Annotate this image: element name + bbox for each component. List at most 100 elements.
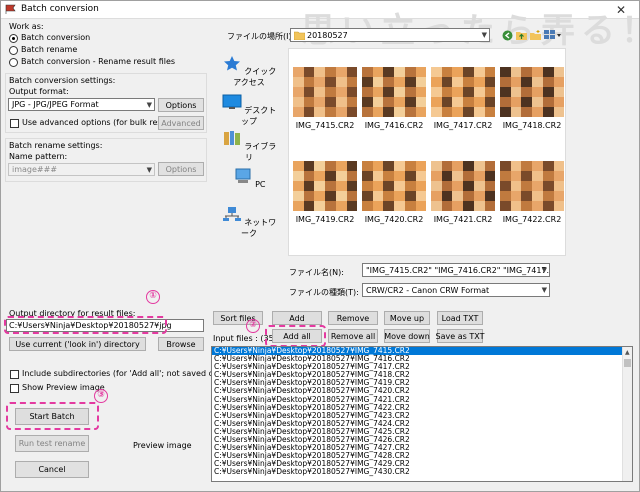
view-menu-icon[interactable] [544, 30, 562, 41]
scroll-up-icon[interactable]: ▲ [625, 349, 630, 356]
file-thumbnail[interactable]: IMG_7419.CR2 [293, 161, 357, 224]
move-down-button[interactable]: Move down [384, 329, 430, 343]
output-format-select[interactable]: JPG - JPG/JPEG Format ▼ [8, 98, 155, 111]
chevron-down-icon: ▼ [541, 266, 547, 274]
remove-button[interactable]: Remove [328, 311, 378, 325]
radio-label: Batch conversion - Rename result files [21, 57, 176, 66]
thumbnail-image [431, 67, 495, 117]
file-name: IMG_7416.CR2 [364, 121, 424, 130]
output-format-label: Output format: [9, 87, 69, 96]
filename-label: ファイル名(N): [289, 268, 344, 277]
radio-label: Batch conversion [21, 33, 91, 42]
run-test-rename-button[interactable]: Run test rename [15, 435, 89, 452]
location-label: ファイルの場所(I): [227, 32, 295, 41]
thumbnail-image [431, 161, 495, 211]
include-subdirs-checkbox[interactable] [10, 370, 19, 379]
back-icon[interactable] [502, 30, 513, 41]
file-thumbnail[interactable]: IMG_7415.CR2 [293, 67, 357, 130]
nav-network[interactable]: ネットワーク [219, 206, 279, 239]
name-pattern-label: Name pattern: [9, 152, 68, 161]
thumbnail-image [362, 67, 426, 117]
save-as-txt-button[interactable]: Save as TXT [436, 329, 484, 343]
preview-image-label: Preview image [133, 441, 192, 450]
radio-batch-rename[interactable] [9, 46, 18, 55]
filename-input[interactable]: "IMG_7415.CR2" "IMG_7416.CR2" "IMG_7417.… [362, 263, 550, 277]
nav-label: ネットワーク [241, 218, 277, 238]
filetype-select[interactable]: CRW/CR2 - Canon CRW Format ▼ [362, 283, 550, 297]
folder-icon [294, 31, 305, 40]
radio-batch-conversion[interactable] [9, 34, 18, 43]
nav-desktop[interactable]: デスクトップ [219, 94, 279, 127]
file-thumbnail[interactable]: IMG_7420.CR2 [362, 161, 426, 224]
load-txt-button[interactable]: Load TXT [437, 311, 483, 325]
batch-conversion-window: Batch conversion ✕ 思い立ったら弄る！ Work as: Ba… [0, 0, 640, 492]
file-thumbnail[interactable]: IMG_7417.CR2 [431, 67, 495, 130]
location-select[interactable]: 20180527 ▼ [290, 28, 490, 42]
thumbnail-image [500, 67, 564, 117]
scroll-thumb[interactable] [624, 359, 631, 367]
list-item[interactable]: C:¥Users¥Ninja¥Desktop¥20180527¥IMG_7430… [212, 468, 632, 476]
window-title: Batch conversion [21, 4, 99, 14]
file-thumbnail[interactable]: IMG_7416.CR2 [362, 67, 426, 130]
desktop-icon [222, 94, 242, 109]
file-thumbnail[interactable]: IMG_7418.CR2 [500, 67, 564, 130]
chevron-down-icon: ▼ [481, 31, 487, 39]
move-up-button[interactable]: Move up [384, 311, 430, 325]
file-name: IMG_7418.CR2 [502, 121, 562, 130]
name-pattern-value: image### [12, 165, 58, 174]
advanced-button[interactable]: Advanced [158, 116, 204, 130]
nav-libraries[interactable]: ライブラリ [219, 130, 279, 163]
library-icon [223, 131, 240, 145]
work-as-label: Work as: [9, 22, 44, 31]
filetype-label: ファイルの種類(T): [289, 288, 359, 297]
chevron-down-icon: ▼ [146, 100, 152, 109]
pc-icon [235, 168, 251, 183]
show-preview-label: Show Preview image [22, 383, 105, 392]
output-format-value: JPG - JPG/JPEG Format [12, 100, 99, 109]
file-thumbnail[interactable]: IMG_7421.CR2 [431, 161, 495, 224]
nav-quick-access[interactable]: クイック アクセス [219, 55, 279, 88]
nav-label: ライブラリ [244, 142, 277, 162]
format-options-button[interactable]: Options [158, 98, 204, 112]
advanced-options-checkbox[interactable] [10, 119, 19, 128]
rename-settings-label: Batch rename settings: [9, 141, 103, 150]
radio-batch-conversion-rename[interactable] [9, 58, 18, 67]
chevron-down-icon: ▼ [146, 165, 152, 174]
rename-options-button[interactable]: Options [158, 162, 204, 176]
use-current-dir-button[interactable]: Use current ('look in') directory [9, 337, 146, 351]
filename-value: "IMG_7415.CR2" "IMG_7416.CR2" "IMG_7417.… [366, 265, 550, 275]
nav-label: デスクトップ [241, 106, 277, 126]
app-icon [5, 4, 16, 14]
new-folder-icon[interactable] [530, 30, 541, 41]
file-list-scrollbar[interactable]: ▲ [622, 347, 632, 481]
up-folder-icon[interactable] [516, 30, 527, 41]
annotation-1: ① [146, 290, 160, 304]
browse-button[interactable]: Browse [158, 337, 204, 351]
highlight-add-all [265, 325, 326, 347]
show-preview-checkbox[interactable] [10, 384, 19, 393]
name-pattern-select[interactable]: image### ▼ [8, 163, 155, 176]
thumbnail-image [293, 67, 357, 117]
file-name: IMG_7415.CR2 [295, 121, 355, 130]
include-subdirs-label: Include subdirectories (for 'Add all'; n… [22, 369, 240, 378]
highlight-start-batch [6, 402, 99, 430]
nav-label: PC [255, 180, 266, 189]
thumbnail-image [362, 161, 426, 211]
annotation-2: ② [246, 319, 260, 333]
input-files-list[interactable]: C:¥Users¥Ninja¥Desktop¥20180527¥IMG_7415… [211, 346, 633, 482]
chevron-down-icon: ▼ [541, 286, 547, 294]
network-icon [222, 207, 241, 221]
location-value: 20180527 [307, 30, 348, 40]
radio-label: Batch rename [21, 45, 78, 54]
file-thumbnail[interactable]: IMG_7422.CR2 [500, 161, 564, 224]
remove-all-button[interactable]: Remove all [328, 329, 378, 343]
cancel-button[interactable]: Cancel [15, 461, 89, 478]
annotation-3: ③ [94, 389, 108, 403]
thumbnail-image [293, 161, 357, 211]
filetype-value: CRW/CR2 - Canon CRW Format [366, 285, 490, 295]
nav-pc[interactable]: PC [219, 168, 279, 189]
add-button[interactable]: Add [272, 311, 322, 325]
conversion-settings-label: Batch conversion settings: [9, 76, 116, 85]
file-name: IMG_7419.CR2 [295, 215, 355, 224]
star-icon [223, 56, 240, 71]
